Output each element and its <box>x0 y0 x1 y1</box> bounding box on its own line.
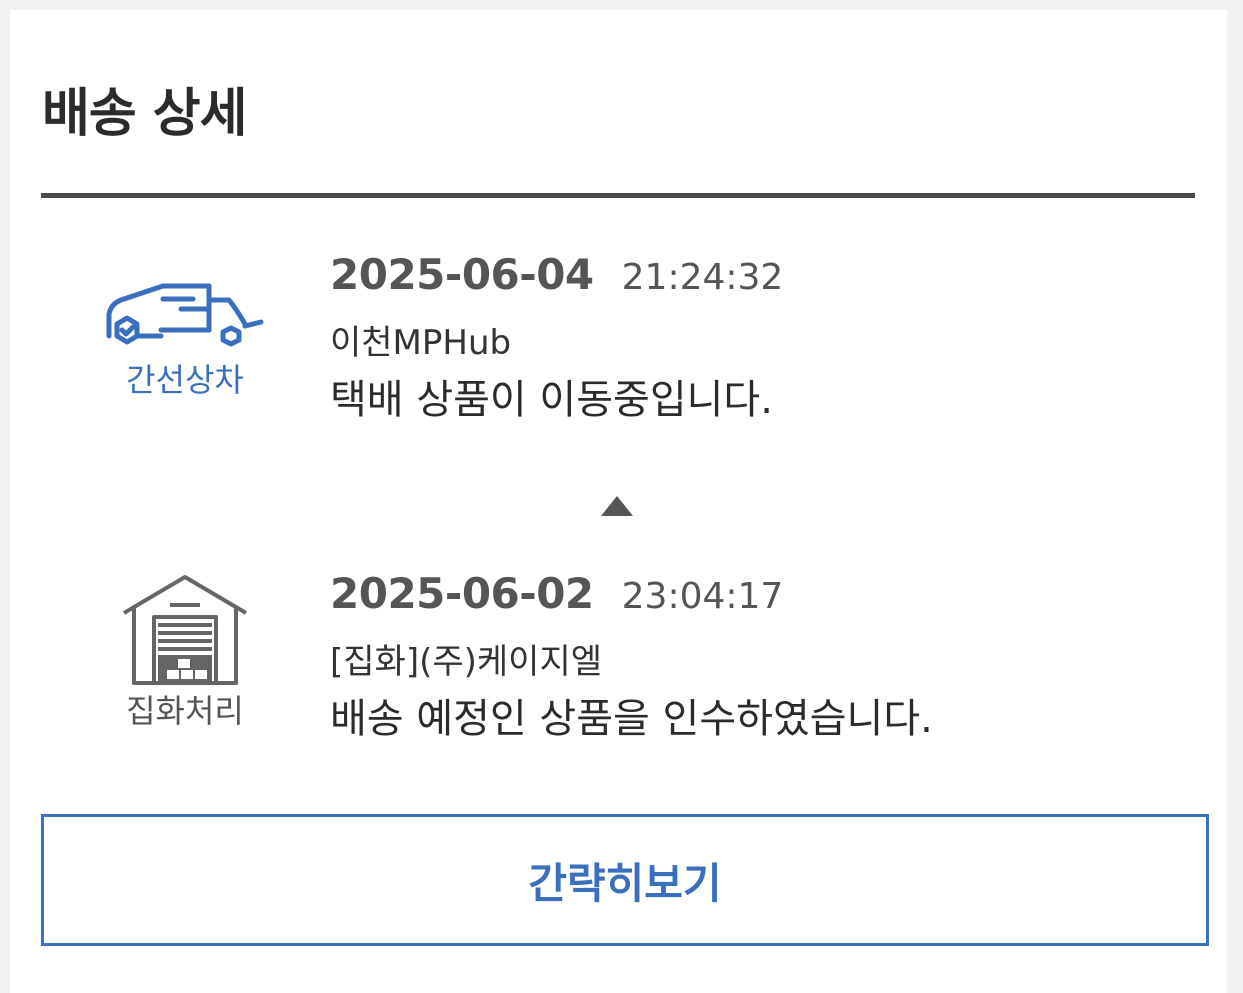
event-status-label: 집화처리 <box>126 692 244 730</box>
collapse-view-button[interactable]: 간략히보기 <box>41 814 1209 946</box>
event-datetime: 2025-06-02 23:04:17 <box>330 573 933 615</box>
event-status-label: 간선상차 <box>126 361 244 399</box>
event-location: [집화](주)케이지엘 <box>330 642 603 682</box>
truck-icon <box>105 278 265 350</box>
event-date: 2025-06-04 <box>330 250 594 299</box>
event-datetime: 2025-06-04 21:24:32 <box>330 254 783 296</box>
page-title: 배송 상세 <box>42 84 247 144</box>
warehouse-icon <box>105 573 265 685</box>
event-message: 배송 예정인 상품을 인수하였습니다. <box>330 696 933 742</box>
event-detail: 2025-06-04 21:24:32 이천MPHub 택배 상품이 이동중입니다… <box>330 254 783 423</box>
timeline-up-arrow-icon <box>601 496 633 516</box>
event-status-box: 간선상차 <box>105 278 265 396</box>
delivery-detail-card: 배송 상세 간선상차 2025-06-04 21:24:32 이천MPHub 택… <box>10 10 1227 993</box>
event-time: 21:24:32 <box>621 257 784 298</box>
title-divider <box>41 193 1195 198</box>
event-date: 2025-06-02 <box>330 569 594 618</box>
event-message: 택배 상품이 이동중입니다. <box>330 377 773 423</box>
event-time: 23:04:17 <box>621 576 784 617</box>
event-detail: 2025-06-02 23:04:17 [집화](주)케이지엘 배송 예정인 상품… <box>330 573 933 742</box>
event-status-box: 집화처리 <box>105 573 265 727</box>
event-location: 이천MPHub <box>330 323 512 363</box>
